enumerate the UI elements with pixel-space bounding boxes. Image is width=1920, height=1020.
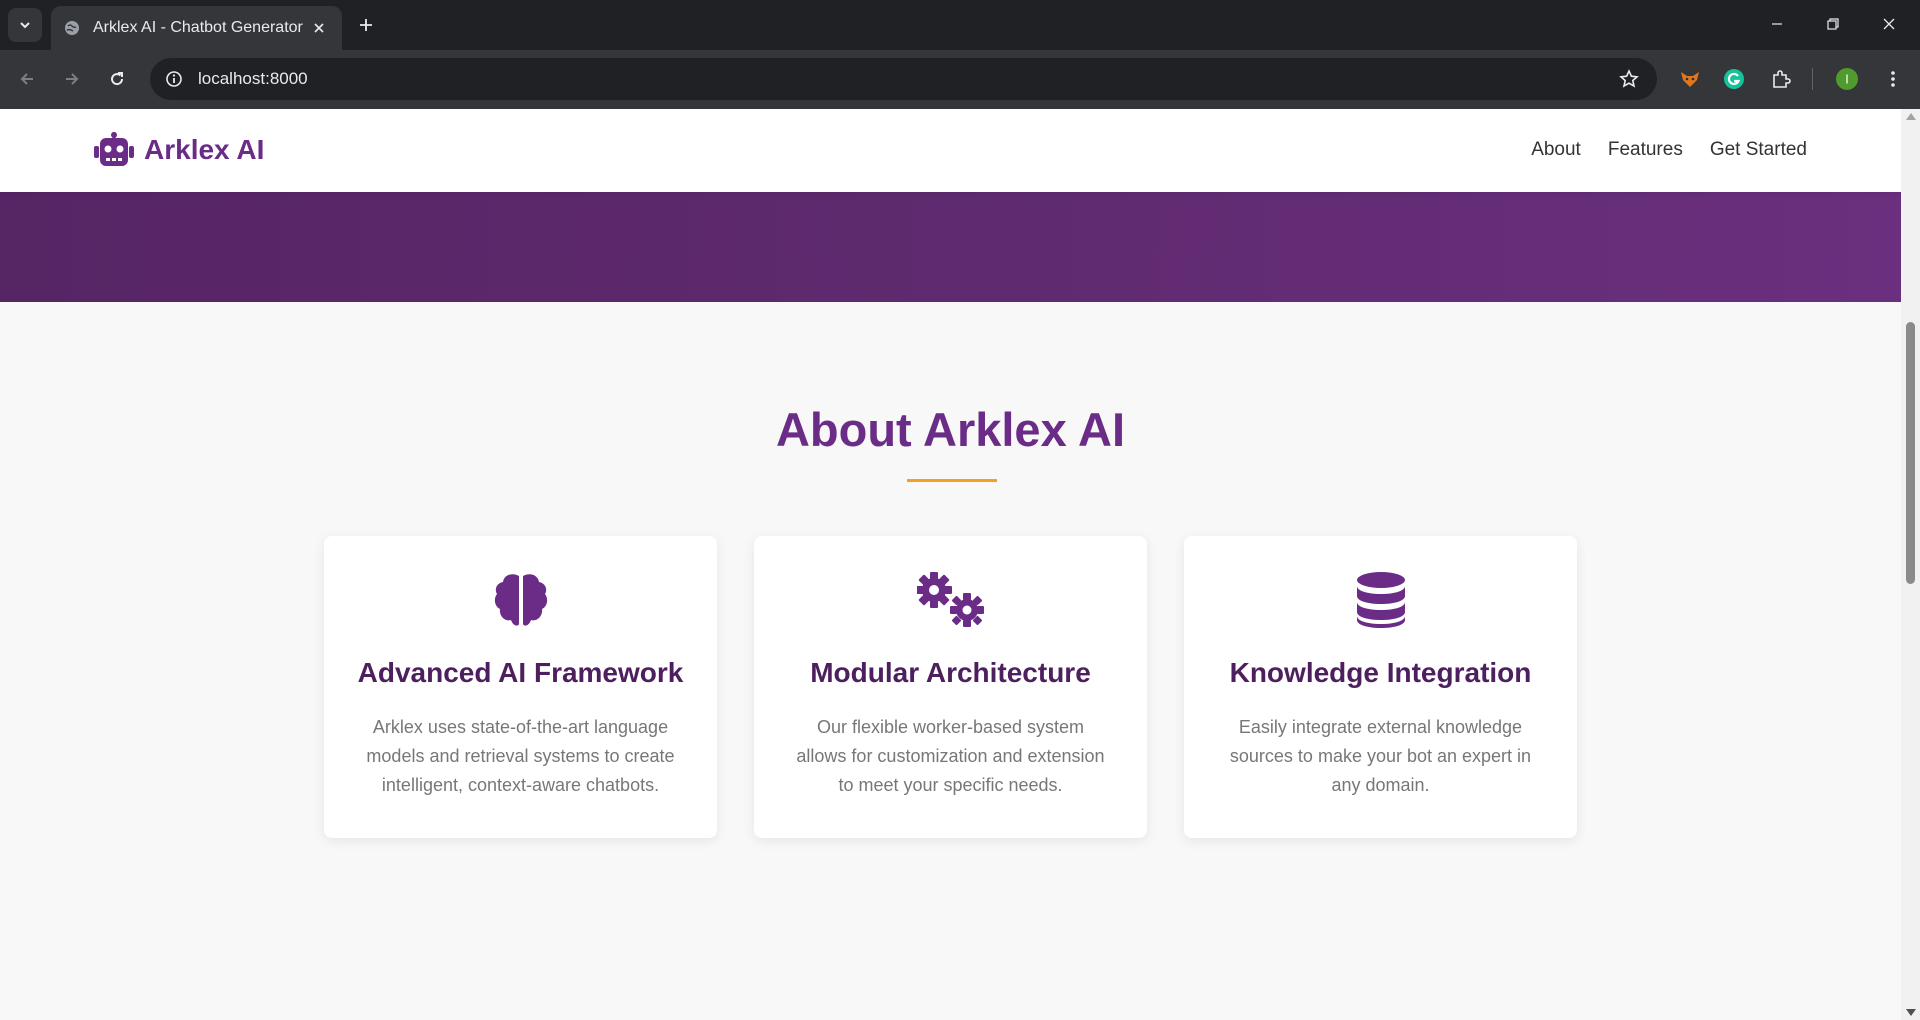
nav-link-about[interactable]: About [1531,139,1581,161]
new-tab-button[interactable] [352,11,380,39]
restore-icon [1827,18,1839,30]
restore-button[interactable] [1805,0,1861,48]
forward-button[interactable] [55,62,89,96]
browser-tabstrip: Arklex AI - Chatbot Generator [0,0,1920,50]
minimize-button[interactable] [1749,0,1805,48]
close-icon [1883,18,1895,30]
arrow-left-icon [20,73,33,85]
section-title: About Arklex AI [775,403,1126,456]
feature-card: Knowledge Integration Easily integrate e… [1184,536,1577,838]
page-viewport: Arklex AI About Features Get Started Abo… [0,109,1901,1020]
browser-tab[interactable]: Arklex AI - Chatbot Generator [51,6,342,50]
kebab-menu-icon[interactable] [1876,62,1910,96]
globe-icon [63,19,81,37]
scroll-up-arrow[interactable] [1906,113,1916,120]
hero-section [0,192,1901,302]
scroll-down-arrow[interactable] [1906,1009,1916,1016]
site-nav: About Features Get Started [1531,139,1807,161]
feature-card: Modular Architecture Our flexible worker… [754,536,1147,838]
card-title: Modular Architecture [810,657,1091,688]
toolbar-divider [1812,68,1813,90]
card-title: Advanced AI Framework [357,657,684,688]
plus-icon [360,19,372,31]
close-window-button[interactable] [1861,0,1917,48]
reload-icon [111,72,124,86]
fox-extension-icon[interactable] [1673,62,1707,96]
site-header: Arklex AI About Features Get Started [0,109,1901,192]
page-scrollbar[interactable] [1901,109,1920,1020]
info-icon[interactable] [154,59,194,99]
back-button[interactable] [10,62,44,96]
card-description: Our flexible worker-based system allows … [796,717,1105,795]
title-underline [907,479,997,482]
brain-icon [324,572,717,628]
card-description: Arklex uses state-of-the-art language mo… [366,717,675,795]
star-icon[interactable] [1609,59,1649,99]
url-text[interactable]: localhost:8000 [198,69,1609,89]
chevron-down-icon [20,22,30,29]
minimize-icon [1772,23,1782,25]
feature-card: Advanced AI Framework Arklex uses state-… [324,536,717,838]
grammarly-icon[interactable] [1717,62,1751,96]
close-icon[interactable] [308,17,330,39]
brand-name: Arklex AI [144,134,265,165]
browser-toolbar: localhost:8000 I [0,50,1920,109]
nav-link-get-started[interactable]: Get Started [1710,139,1807,161]
robot-icon [94,132,134,166]
puzzle-icon[interactable] [1764,62,1798,96]
gears-icon [754,572,1147,628]
card-description: Easily integrate external knowledge sour… [1229,717,1532,795]
card-title: Knowledge Integration [1229,657,1532,688]
address-bar[interactable]: localhost:8000 [150,58,1657,100]
svg-text:I: I [1845,73,1849,87]
tab-search-button[interactable] [8,8,42,42]
database-icon [1184,572,1577,628]
reload-button[interactable] [100,62,134,96]
tab-title: Arklex AI - Chatbot Generator [93,19,303,36]
scroll-thumb[interactable] [1906,322,1915,584]
site-logo[interactable]: Arklex AI [94,132,264,168]
arrow-right-icon [66,73,79,85]
profile-avatar[interactable]: I [1830,62,1864,96]
nav-link-features[interactable]: Features [1608,139,1683,161]
